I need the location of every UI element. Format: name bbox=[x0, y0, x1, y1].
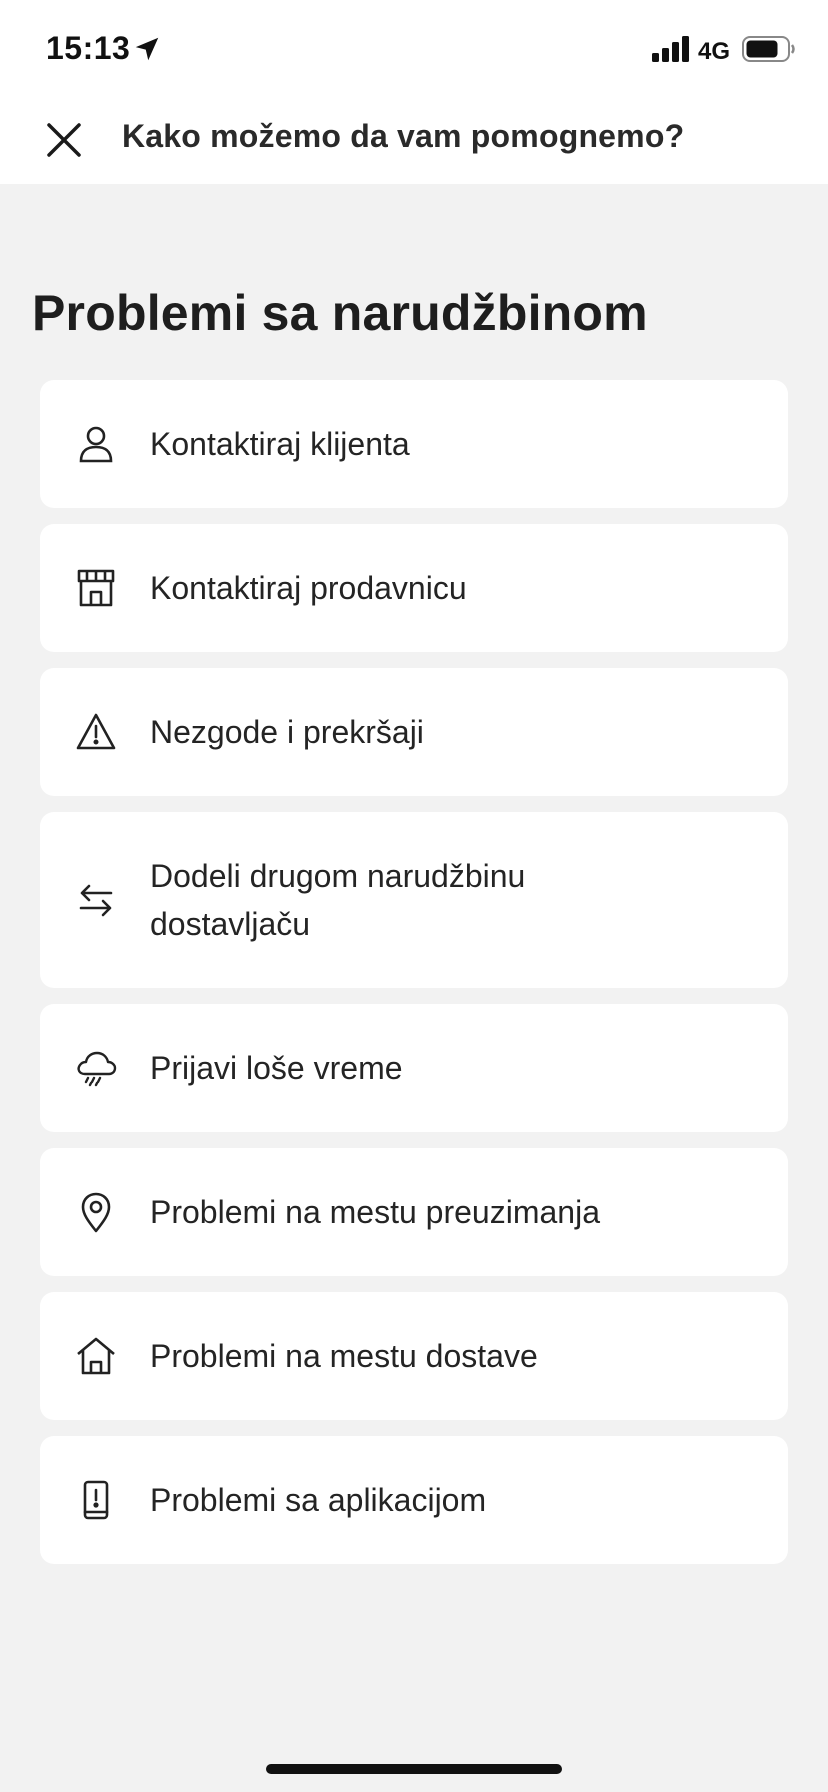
section-title: Problemi sa narudžbinom bbox=[32, 285, 648, 341]
signal-strength-icon bbox=[652, 36, 689, 62]
option-label: Problemi na mestu preuzimanja bbox=[150, 1194, 600, 1230]
location-arrow-icon bbox=[135, 37, 159, 61]
close-button[interactable] bbox=[38, 114, 90, 166]
phone-alert-icon bbox=[74, 1478, 118, 1522]
option-app-problems[interactable]: Problemi sa aplikacijom bbox=[40, 1436, 788, 1564]
option-report-weather[interactable]: Prijavi loše vreme bbox=[40, 1004, 788, 1132]
home-indicator[interactable] bbox=[266, 1764, 562, 1774]
rain-cloud-icon bbox=[74, 1046, 118, 1090]
header: Kako možemo da vam pomognemo? bbox=[0, 94, 828, 184]
option-label: Problemi sa aplikacijom bbox=[150, 1482, 487, 1518]
store-icon bbox=[74, 566, 118, 610]
header-title: Kako možemo da vam pomognemo? bbox=[122, 118, 685, 154]
option-label: Prijavi loše vreme bbox=[150, 1050, 403, 1086]
home-icon bbox=[74, 1334, 118, 1378]
option-delivery-problems[interactable]: Problemi na mestu dostave bbox=[40, 1292, 788, 1420]
swap-arrows-icon bbox=[74, 878, 118, 922]
status-time: 15:13 bbox=[46, 30, 131, 66]
options-list: Kontaktiraj klijenta Kontaktiraj prodavn… bbox=[40, 380, 788, 1564]
option-label: Kontaktiraj prodavnicu bbox=[150, 570, 467, 606]
option-contact-client[interactable]: Kontaktiraj klijenta bbox=[40, 380, 788, 508]
location-pin-icon bbox=[74, 1190, 118, 1234]
status-bar: 15:13 4G bbox=[0, 0, 828, 94]
network-type: 4G bbox=[698, 38, 731, 65]
option-reassign-order[interactable]: Dodeli drugom narudžbinu dostavljaču bbox=[40, 812, 788, 988]
warning-icon bbox=[74, 710, 118, 754]
option-label: Dodeli drugom narudžbinu dostavljaču bbox=[150, 858, 526, 942]
option-accidents[interactable]: Nezgode i prekršaji bbox=[40, 668, 788, 796]
option-label: Problemi na mestu dostave bbox=[150, 1338, 538, 1374]
close-icon bbox=[47, 123, 81, 157]
option-contact-store[interactable]: Kontaktiraj prodavnicu bbox=[40, 524, 788, 652]
option-pickup-problems[interactable]: Problemi na mestu preuzimanja bbox=[40, 1148, 788, 1276]
option-label: Nezgode i prekršaji bbox=[150, 714, 424, 750]
battery-icon bbox=[742, 36, 795, 62]
person-icon bbox=[74, 422, 118, 466]
option-label: Kontaktiraj klijenta bbox=[150, 426, 410, 462]
